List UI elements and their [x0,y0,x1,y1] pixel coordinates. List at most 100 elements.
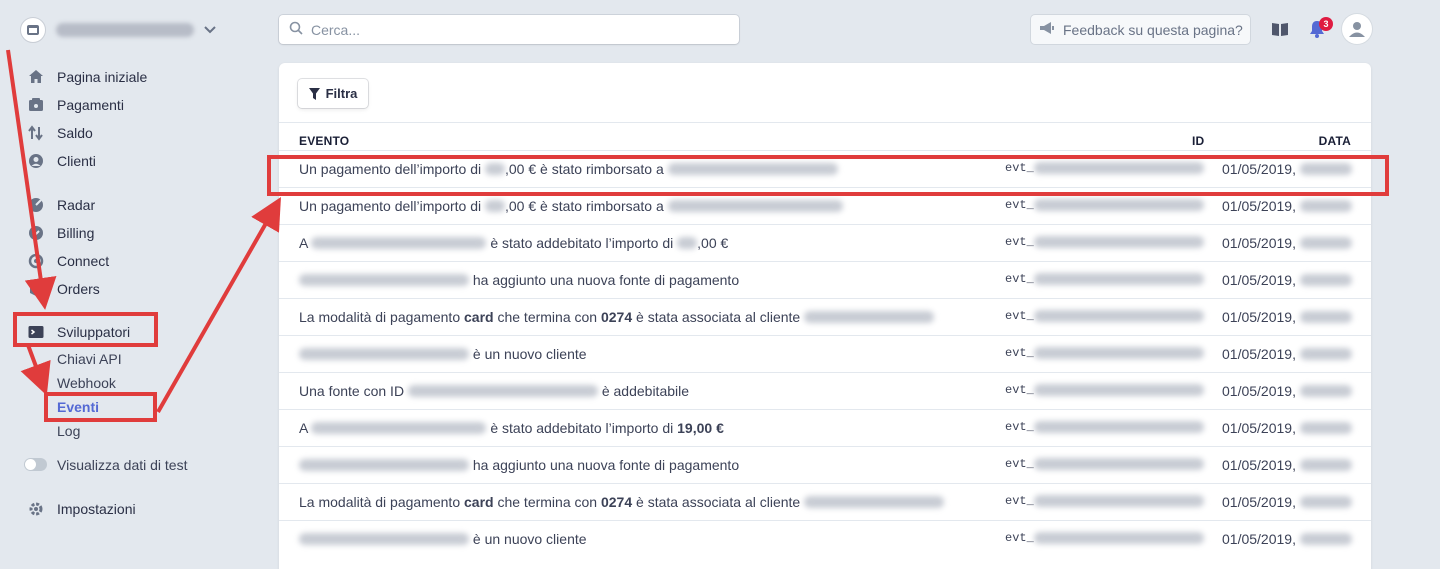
redacted-text [1033,236,1204,248]
event-date: 01/05/2019, [1222,457,1352,473]
sidebar-subitem-logs[interactable]: Log [57,423,80,441]
event-description: ha aggiunto una nuova fonte di pagamento [299,457,739,473]
sidebar-item-orders[interactable]: Orders [28,279,100,299]
sidebar-subitem-webhook[interactable]: Webhook [57,375,116,393]
redacted-text [1033,458,1204,470]
table-row[interactable]: La modalità di pagamento card che termin… [279,483,1371,520]
sidebar-item-label: Pagina iniziale [57,69,148,85]
redacted-text [311,422,487,434]
notification-count-badge: 3 [1319,17,1333,31]
event-date: 01/05/2019, [1222,235,1352,251]
redacted-text [311,237,487,249]
search-icon [289,21,303,38]
redacted-text [667,200,843,212]
redacted-text [1299,200,1352,212]
redacted-text [1299,496,1352,508]
event-description: A è stato addebitato l’importo di 19,00 … [299,420,724,436]
redacted-text [1299,459,1352,471]
redacted-text [1299,311,1352,323]
table-row[interactable]: La modalità di pagamento card che termin… [279,298,1371,335]
sidebar-item-label: Connect [57,253,110,269]
feedback-button[interactable]: Feedback su questa pagina? [1031,15,1250,44]
events-panel: Filtra EVENTO ID DATA Un pagamento dell’… [279,63,1371,569]
column-header-id: ID [1192,134,1205,148]
event-id: evt_ [1005,309,1204,323]
table-header: EVENTO ID DATA [279,134,1371,150]
sidebar-item-connect[interactable]: Connect [28,251,109,271]
event-description: ha aggiunto una nuova fonte di pagamento [299,272,739,288]
table-row[interactable]: Una fonte con ID è addebitabile evt_ 01/05… [279,372,1371,409]
redacted-text [1299,533,1352,545]
user-avatar[interactable] [1342,14,1372,44]
event-date: 01/05/2019, [1222,531,1352,547]
event-date: 01/05/2019, [1222,272,1352,288]
redacted-text [299,348,469,360]
event-date: 01/05/2019, [1222,309,1352,325]
sidebar-item-balance[interactable]: Saldo [28,123,93,143]
redacted-text [485,200,505,212]
sidebar-item-label: Pagamenti [57,97,124,113]
funnel-icon [308,87,320,100]
sidebar-item-billing[interactable]: Billing [28,223,94,243]
event-description: La modalità di pagamento card che termin… [299,309,935,325]
event-id: evt_ [1005,457,1204,471]
annotation-box-first-row [267,155,1389,196]
event-description: è un nuovo cliente [299,346,587,362]
search-bar[interactable] [279,15,739,44]
event-description: è un nuovo cliente [299,531,587,547]
sidebar-item-home[interactable]: Pagina iniziale [28,67,147,87]
sidebar-item-label: Impostazioni [57,501,136,517]
connect-icon [28,253,44,269]
event-description: Una fonte con ID è addebitabile [299,383,690,399]
home-icon [28,69,44,85]
sidebar-item-label: Orders [57,281,100,297]
balance-icon [28,125,44,141]
event-id: evt_ [1005,346,1204,360]
event-description: La modalità di pagamento card che termin… [299,494,945,510]
redacted-text [677,237,698,249]
event-description: Un pagamento dell’importo di ,00 € è sta… [299,198,843,214]
redacted-text [804,311,935,323]
sidebar-item-label: Billing [57,225,95,241]
redacted-text [1033,347,1204,359]
account-switcher[interactable] [20,15,218,45]
sidebar-item-customers[interactable]: Clienti [28,151,96,171]
event-date: 01/05/2019, [1222,420,1352,436]
redacted-text [804,496,945,508]
table-row[interactable]: ha aggiunto una nuova fonte di pagamento… [279,261,1371,298]
event-id: evt_ [1005,272,1204,286]
sidebar-item-payments[interactable]: Pagamenti [28,95,124,115]
customers-icon [28,153,44,169]
test-data-toggle[interactable] [24,458,47,471]
chevron-down-icon[interactable] [202,22,218,38]
table-row[interactable]: A è stato addebitato l’importo di ,00 € e… [279,224,1371,261]
table-row[interactable]: è un nuovo cliente evt_ 01/05/2019, [279,335,1371,372]
sidebar-item-settings[interactable]: Impostazioni [28,499,136,519]
event-id: evt_ [1005,494,1204,508]
billing-icon [28,225,44,241]
search-input[interactable] [311,21,711,38]
table-row[interactable]: ha aggiunto una nuova fonte di pagamento… [279,446,1371,483]
feedback-label: Feedback su questa pagina? [1063,21,1243,38]
table-row[interactable]: è un nuovo cliente evt_ 01/05/2019, [279,520,1371,557]
redacted-text [1033,199,1204,211]
event-id: evt_ [1005,198,1204,212]
event-date: 01/05/2019, [1222,198,1352,214]
redacted-text [1299,237,1352,249]
table-row[interactable]: A è stato addebitato l’importo di 19,00 … [279,409,1371,446]
radar-icon [28,197,44,213]
megaphone-icon [1039,21,1055,38]
event-date: 01/05/2019, [1222,346,1352,362]
sidebar-item-radar[interactable]: Radar [28,195,95,215]
docs-book-icon[interactable] [1269,18,1291,40]
orders-icon [28,281,44,297]
payments-icon [28,97,44,113]
filter-button[interactable]: Filtra [298,79,368,108]
event-id: evt_ [1005,235,1204,249]
event-date: 01/05/2019, [1222,494,1352,510]
sidebar-item-label: Radar [57,197,96,213]
sidebar-subitem-api-keys[interactable]: Chiavi API [57,351,122,369]
redacted-text [1033,532,1204,544]
event-id: evt_ [1005,531,1204,545]
account-name-redacted [56,23,194,37]
